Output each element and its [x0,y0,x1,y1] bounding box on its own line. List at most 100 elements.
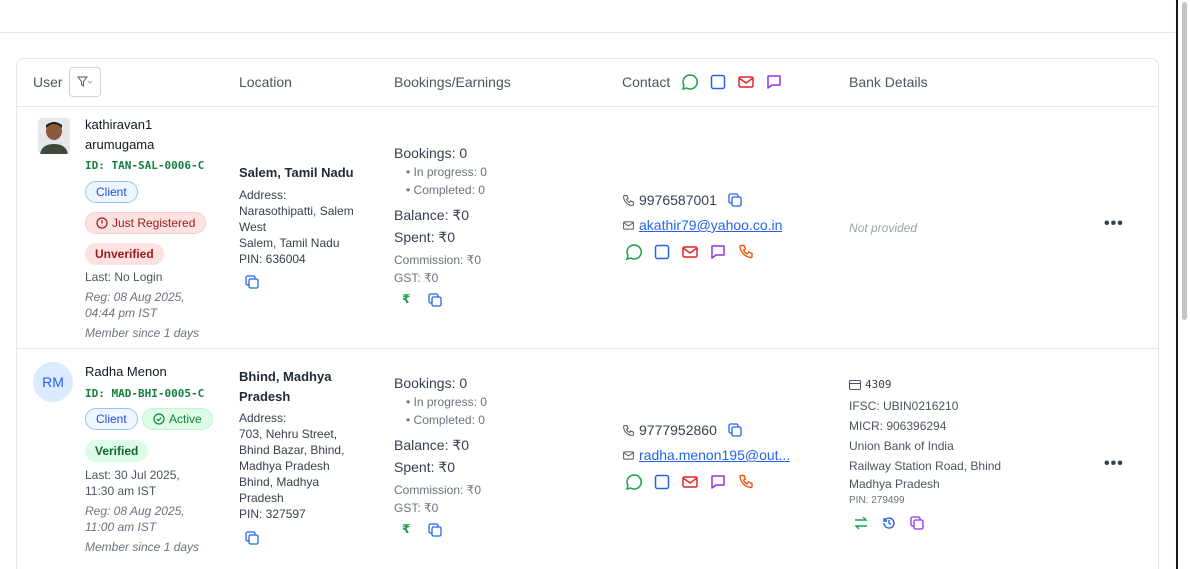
rupee-icon[interactable]: ₹ [402,292,410,306]
bookings-in-progress: • In progress: 0 [406,165,487,179]
status-label: Active [169,412,202,426]
bank-not-provided: Not provided [849,221,918,235]
email-link[interactable]: akathir79@yahoo.co.in [622,217,782,233]
address-label: Address: [239,411,287,425]
mail-small-icon [622,219,635,232]
mail-icon[interactable] [737,73,755,91]
chat-icon[interactable] [765,73,783,91]
user-id: ID: MAD-BHI-0005-C [85,387,205,400]
contact-actions [625,473,755,491]
registration-date: Reg: 08 Aug 2025, 04:44 pm IST [85,290,185,320]
rupee-icon[interactable]: ₹ [402,522,410,536]
commission: Commission: ₹0 [394,483,481,497]
address-pin: PIN: 636004 [239,252,306,266]
top-bar [0,0,1176,33]
bank-micr: MICR: 906396294 [849,419,947,433]
copy-bank-icon[interactable] [909,515,925,531]
address-pin: PIN: 327597 [239,507,306,521]
phone-number: 9777952860 [639,422,717,438]
mail-small-icon [622,449,635,462]
avatar [38,118,70,154]
status-badge: Just Registered [85,212,207,234]
status-badge: Active [142,408,213,430]
bookings-completed: • Completed: 0 [406,413,485,427]
transfer-icon[interactable] [853,515,869,531]
verification-badge: Verified [85,440,149,462]
status-label: Just Registered [112,216,196,230]
last-login: Last: 30 Jul 2025, 11:30 am IST [85,468,180,498]
copy-earnings-icon[interactable] [427,292,443,308]
user-first-name: kathiravan1 [85,117,153,132]
spent: Spent: ₹0 [394,229,456,245]
filter-button[interactable] [69,67,101,97]
balance: Balance: ₹0 [394,207,470,223]
phone: 9777952860 [622,422,743,438]
table-header: User Location Bookings/Earnings Contact … [17,59,1158,107]
users-table: User Location Bookings/Earnings Contact … [16,58,1159,569]
bank-ifsc: IFSC: UBIN0216210 [849,399,959,413]
filter-icon [77,76,93,88]
whatsapp-icon[interactable] [625,473,643,491]
whatsapp-icon[interactable] [625,243,643,261]
user-id: ID: TAN-SAL-0006-C [85,159,205,172]
email-link[interactable]: radha.menon195@out... [622,447,790,463]
last-login: Last: No Login [85,270,163,284]
role-badge: Client [85,408,138,430]
spent: Spent: ₹0 [394,459,456,475]
header-contact-actions [681,73,783,91]
email-address[interactable]: radha.menon195@out... [639,447,790,463]
scrollbar-thumb[interactable] [1182,2,1187,320]
phone-icon [622,424,635,437]
header-bank: Bank Details [849,74,928,90]
bank-actions [853,515,925,531]
location-city: Bhind, Madhya Pradesh [239,369,332,404]
history-icon[interactable] [881,515,897,531]
user-name: Radha Menon [85,364,167,379]
bank-name: Union Bank of India [849,439,954,453]
table-row: kathiravan1 arumugama ID: TAN-SAL-0006-C… [17,107,1158,349]
table-row: RM Radha Menon ID: MAD-BHI-0005-C Client… [17,349,1158,569]
gst: GST: ₹0 [394,501,439,515]
bank-pin: PIN: 279499 [849,495,905,506]
copy-earnings-icon[interactable] [427,522,443,538]
phone: 9976587001 [622,192,743,208]
verification-badge: Unverified [85,243,164,265]
header-user: User [33,74,63,90]
square-icon[interactable] [709,73,727,91]
role-badge: Client [85,181,138,203]
square-icon[interactable] [653,473,671,491]
mail-icon[interactable] [681,243,699,261]
copy-address-icon[interactable] [244,530,260,546]
whatsapp-icon[interactable] [681,73,699,91]
more-actions-button[interactable]: ••• [1104,215,1124,233]
avatar: RM [33,362,73,402]
copy-phone-icon[interactable] [727,192,743,208]
address-city: Salem, Tamil Nadu [239,236,340,250]
square-icon[interactable] [653,243,671,261]
card-icon [849,380,861,390]
chat-icon[interactable] [709,473,727,491]
copy-address-icon[interactable] [244,274,260,290]
window-divider [1176,0,1178,569]
chat-icon[interactable] [709,243,727,261]
call-icon[interactable] [737,473,755,491]
email-address[interactable]: akathir79@yahoo.co.in [639,217,782,233]
copy-phone-icon[interactable] [727,422,743,438]
header-location: Location [239,74,292,90]
bookings-count: Bookings: 0 [394,375,468,391]
commission: Commission: ₹0 [394,253,481,267]
bank-account: 4309 [849,375,892,395]
location-city: Salem, Tamil Nadu [239,165,354,180]
check-circle-icon [153,413,165,425]
call-icon[interactable] [737,243,755,261]
address-line: Narasothipatti, Salem West [239,204,354,234]
bank-branch: Railway Station Road, Bhind [849,459,1002,473]
mail-icon[interactable] [681,473,699,491]
bookings-in-progress: • In progress: 0 [406,395,487,409]
bank-account-number: 4309 [865,378,892,391]
more-actions-button[interactable]: ••• [1104,455,1124,473]
phone-icon [622,194,635,207]
registration-date: Reg: 08 Aug 2025, 11:00 am IST [85,504,185,534]
bookings-count: Bookings: 0 [394,145,468,161]
address-line: 703, Nehru Street, Bhind Bazar, Bhind, M… [239,427,345,473]
